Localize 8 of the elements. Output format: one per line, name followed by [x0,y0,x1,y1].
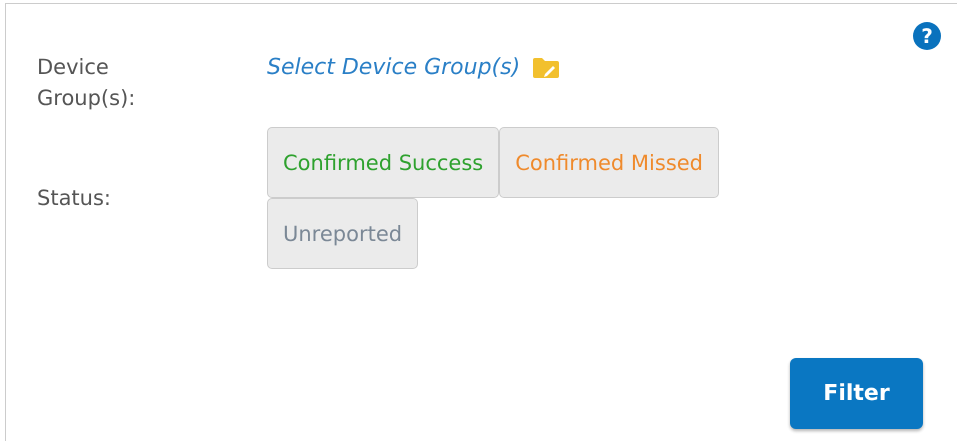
help-icon[interactable]: ? [913,22,941,50]
status-toggle[interactable]: Confirmed Success [267,127,500,198]
field-label: Device Group(s): [37,54,136,112]
select-link[interactable]: Select Device Group(s) [267,52,520,83]
folder-edit-icon[interactable] [532,56,560,78]
field-label: Status: [37,184,112,212]
status-toggle[interactable]: Unreported [267,198,418,269]
filter-button[interactable]: Filter [790,358,923,429]
